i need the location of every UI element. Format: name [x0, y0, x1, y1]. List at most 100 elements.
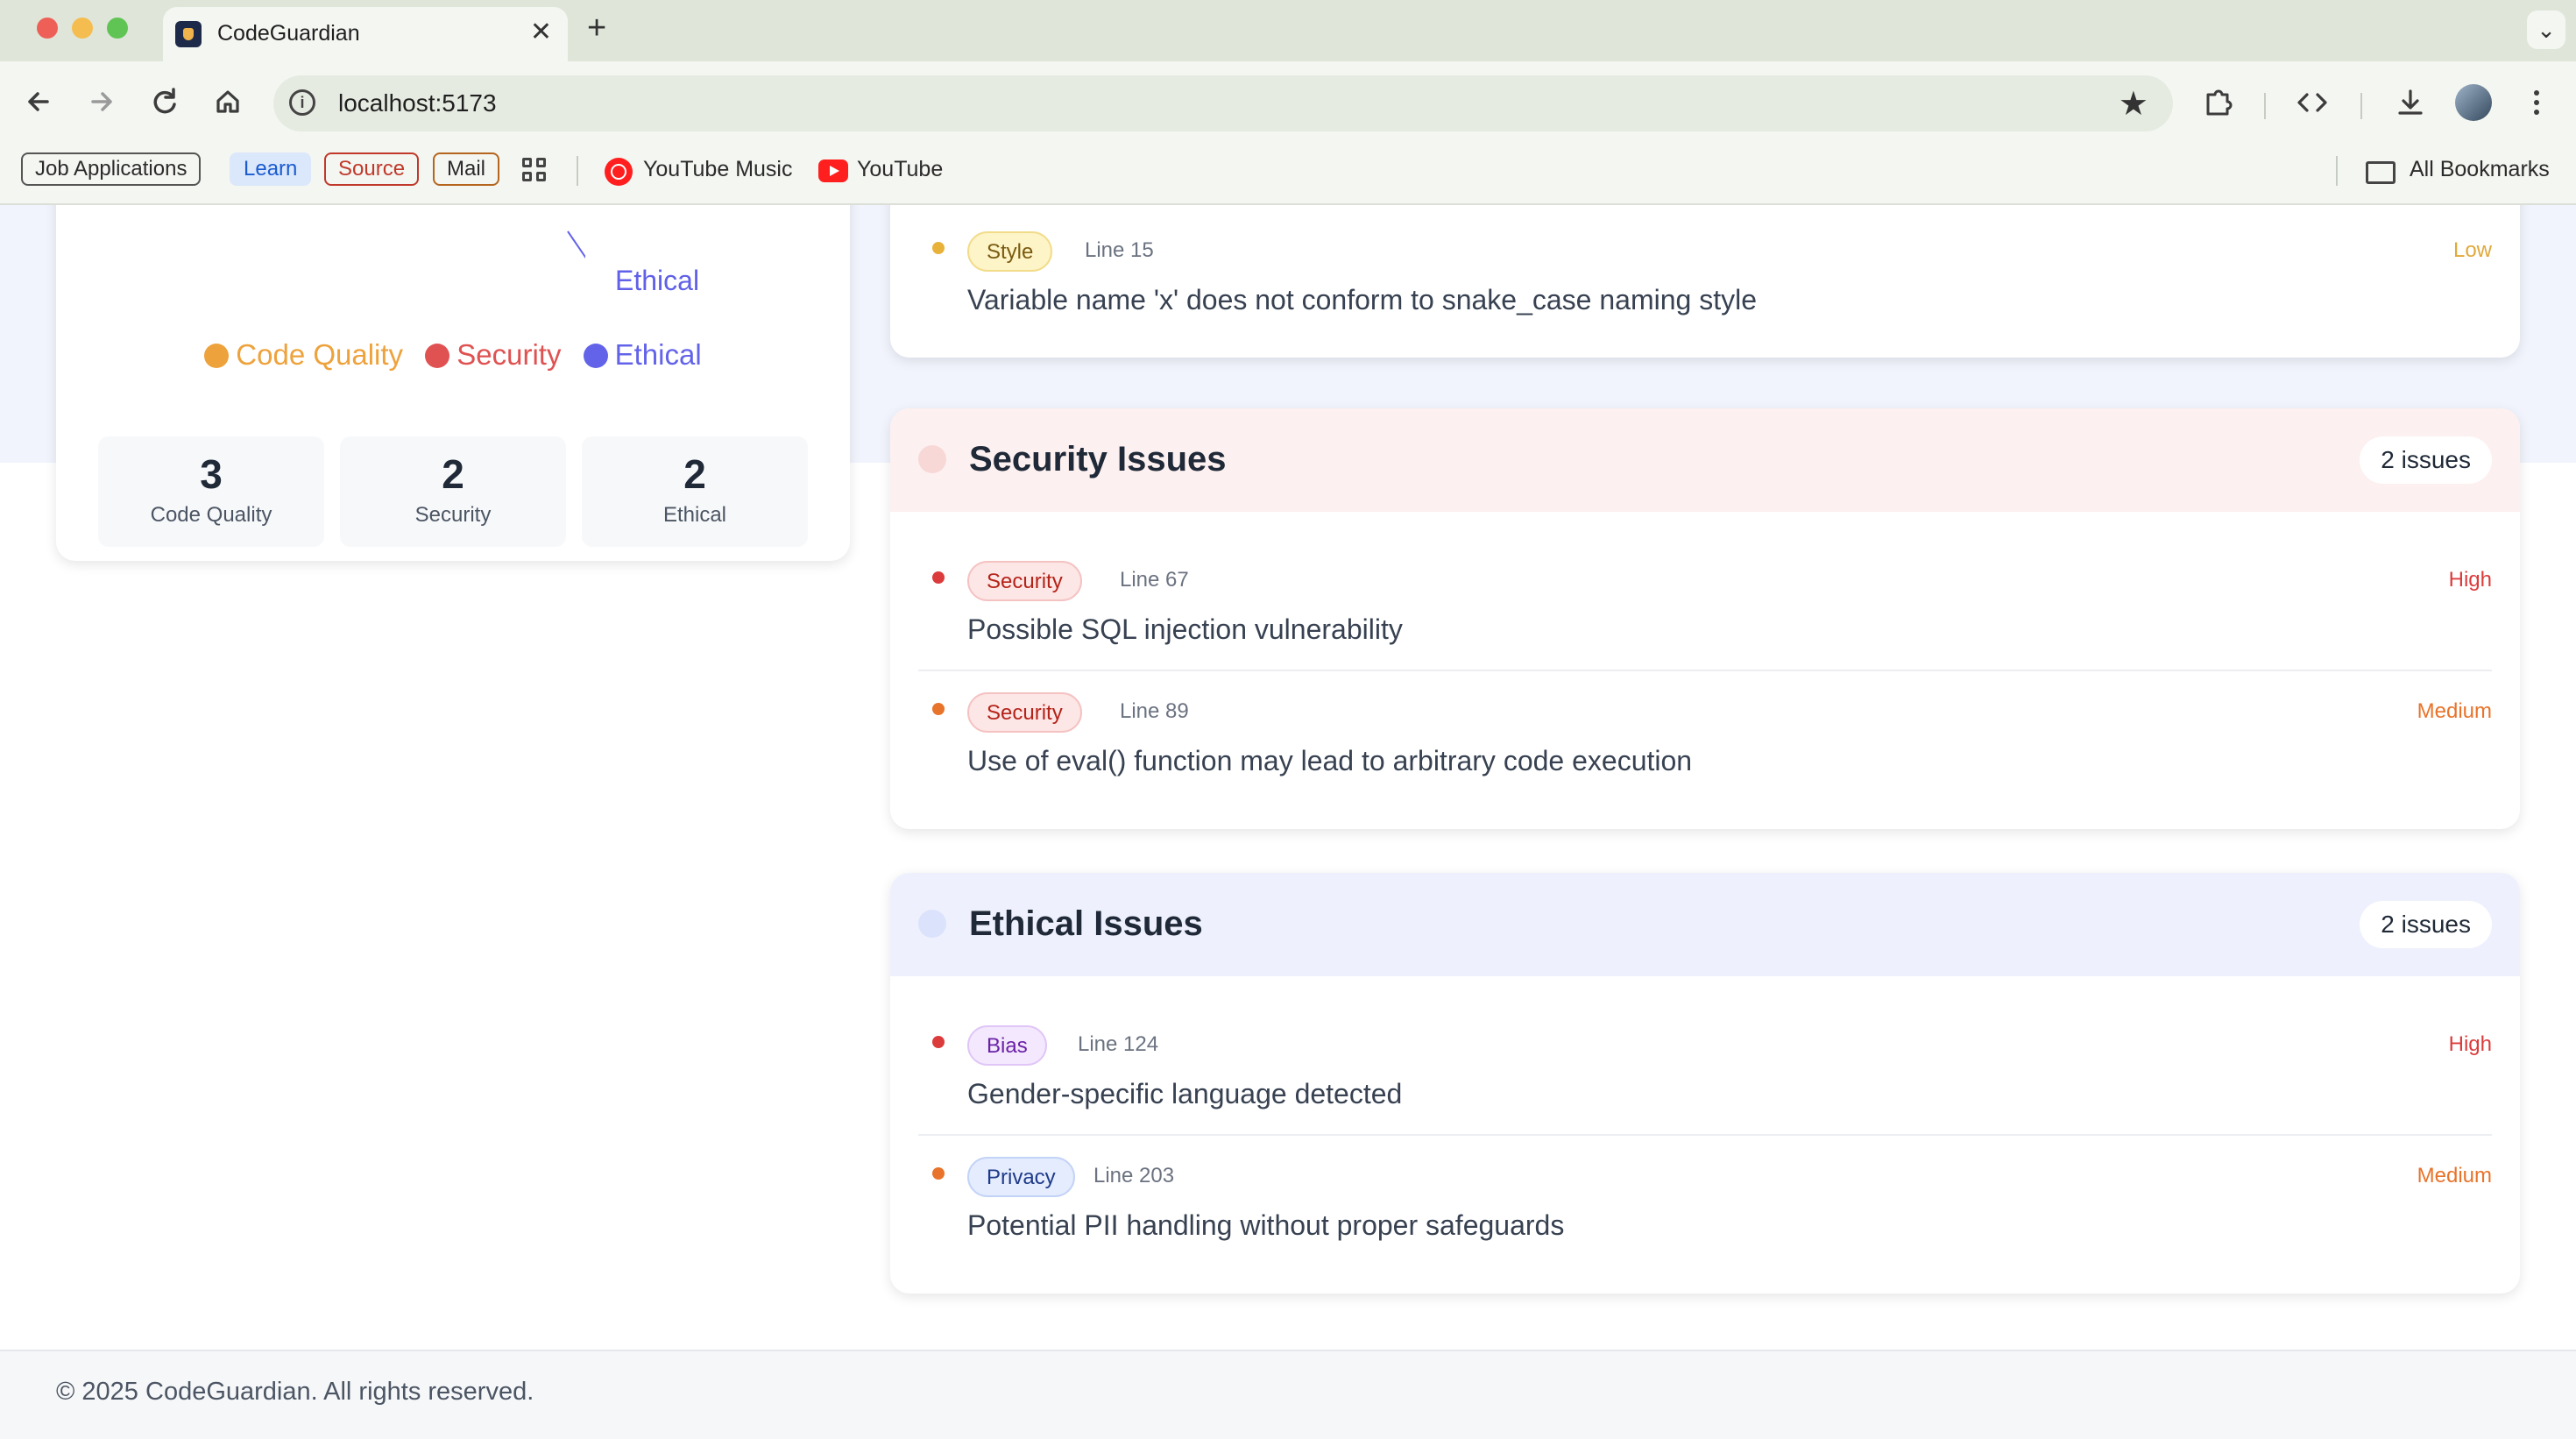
bookmark-youtube-music[interactable]: YouTube Music [643, 152, 792, 186]
issue-summary-card: Ethical Code Quality Security Ethical 3 … [56, 205, 850, 561]
extensions-icon[interactable] [2196, 81, 2240, 124]
legend-item-security[interactable]: Security [425, 338, 561, 372]
all-bookmarks-button[interactable]: All Bookmarks [2410, 152, 2550, 186]
home-button[interactable] [203, 77, 252, 126]
legend-item-code-quality[interactable]: Code Quality [204, 338, 403, 372]
profile-avatar[interactable] [2455, 84, 2492, 121]
pie-legend: Code Quality Security Ethical [56, 338, 850, 372]
bookmark-divider [577, 156, 578, 186]
minimize-window-button[interactable] [72, 18, 93, 39]
section-title: Ethical Issues [969, 904, 1203, 943]
bookmark-learn[interactable]: Learn [230, 152, 312, 186]
back-button[interactable] [14, 77, 63, 126]
row-divider [918, 1134, 2492, 1136]
youtube-icon [818, 159, 848, 182]
bookmark-youtube[interactable]: YouTube [857, 152, 943, 186]
bookmark-source[interactable]: Source [324, 152, 420, 186]
youtube-music-icon [605, 158, 633, 186]
browser-tab-strip: CodeGuardian ✕ + ⌄ [0, 0, 2576, 61]
issue-count-badge: 2 issues [2360, 436, 2492, 484]
severity-dot [932, 242, 945, 254]
browser-toolbar: i localhost:5173 ★ [0, 61, 2576, 145]
issue-line-number: Line 124 [1078, 1032, 1159, 1056]
code-view-icon[interactable] [2290, 81, 2334, 124]
more-menu-icon[interactable] [2515, 81, 2558, 124]
legend-swatch [204, 344, 230, 368]
security-issues-card: Security Issues 2 issues Security Line 6… [890, 408, 2520, 829]
active-tab[interactable]: CodeGuardian ✕ [163, 7, 568, 61]
home-icon [216, 90, 239, 113]
page-viewport: Ethical Code Quality Security Ethical 3 … [0, 205, 2576, 1439]
issue-line-number: Line 203 [1093, 1164, 1175, 1187]
legend-label: Security [456, 338, 562, 371]
issue-description: Possible SQL injection vulnerability [967, 613, 1403, 645]
ethical-issues-header: Ethical Issues 2 issues [890, 873, 2520, 976]
issue-severity: Medium [2417, 1164, 2492, 1187]
legend-label: Ethical [614, 338, 702, 371]
issue-line-number: Line 67 [1120, 568, 1189, 592]
section-indicator-dot [918, 445, 946, 473]
site-info-icon[interactable]: i [289, 89, 315, 116]
bookmark-mail[interactable]: Mail [433, 152, 500, 186]
issue-tag-security: Security [967, 561, 1082, 601]
code-quality-issues-card: Style Line 15 Low Variable name 'x' does… [890, 205, 2520, 358]
stat-security: 2 Security [340, 436, 566, 547]
tab-close-icon[interactable]: ✕ [530, 18, 552, 47]
legend-item-ethical[interactable]: Ethical [583, 338, 702, 372]
legend-swatch [425, 344, 450, 368]
stat-label: Ethical [662, 503, 727, 527]
maximize-window-button[interactable] [107, 18, 128, 39]
severity-dot [932, 571, 945, 584]
issue-line-number: Line 15 [1085, 238, 1154, 262]
issue-description: Potential PII handling without proper sa… [967, 1209, 1565, 1241]
issue-tag-style: Style [967, 231, 1053, 272]
codeguardian-favicon-icon [175, 21, 202, 47]
issue-tag-security: Security [967, 692, 1082, 733]
forward-button[interactable] [77, 77, 126, 126]
stat-code-quality: 3 Code Quality [98, 436, 324, 547]
issue-description: Variable name 'x' does not conform to sn… [967, 284, 1757, 315]
close-window-button[interactable] [37, 18, 58, 39]
issue-line-number: Line 89 [1120, 699, 1189, 723]
reload-button[interactable] [140, 77, 189, 126]
legend-label: Code Quality [236, 338, 404, 371]
forward-arrow-icon [91, 92, 112, 111]
section-indicator-dot [918, 910, 946, 938]
issue-severity: High [2448, 568, 2492, 592]
back-arrow-icon [28, 92, 49, 111]
issue-severity: Low [2452, 238, 2492, 262]
toolbar-divider [2264, 93, 2266, 119]
bookmark-job-applications[interactable]: Job Applications [21, 152, 202, 186]
reload-icon [153, 88, 176, 114]
stat-label: Code Quality [150, 503, 272, 527]
severity-dot [932, 703, 945, 715]
page-footer: © 2025 CodeGuardian. All rights reserved… [0, 1350, 2576, 1439]
stat-label: Security [414, 503, 492, 527]
issue-distribution-pie-chart [567, 230, 585, 259]
copyright-text: © 2025 CodeGuardian. All rights reserved… [56, 1378, 534, 1406]
issue-severity: Medium [2417, 699, 2492, 723]
address-bar[interactable]: i localhost:5173 ★ [273, 75, 2173, 131]
tab-search-button[interactable]: ⌄ [2527, 11, 2565, 49]
stat-value: 2 [442, 451, 464, 497]
issue-tag-privacy: Privacy [967, 1157, 1075, 1197]
apps-grid-icon[interactable] [522, 158, 548, 184]
url-text[interactable]: localhost:5173 [338, 89, 497, 117]
security-issues-header: Security Issues 2 issues [890, 408, 2520, 512]
issue-tag-bias: Bias [967, 1025, 1047, 1066]
stat-value: 2 [683, 451, 706, 497]
legend-swatch [583, 344, 608, 368]
section-title: Security Issues [969, 440, 1227, 478]
stat-ethical: 2 Ethical [582, 436, 808, 547]
tab-title: CodeGuardian [217, 21, 360, 46]
bookmark-star-icon[interactable]: ★ [2119, 84, 2148, 124]
stat-value: 3 [200, 451, 223, 497]
toolbar-divider [2360, 93, 2362, 119]
download-icon[interactable] [2388, 81, 2432, 124]
ethical-issues-card: Ethical Issues 2 issues Bias Line 124 Hi… [890, 873, 2520, 1294]
severity-dot [932, 1167, 945, 1180]
new-tab-button[interactable]: + [587, 9, 606, 47]
bookmarks-bar: Job Applications Learn Source Mail YouTu… [0, 145, 2576, 205]
pie-slice-label-ethical: Ethical [615, 265, 700, 296]
bookmark-divider [2336, 156, 2338, 186]
